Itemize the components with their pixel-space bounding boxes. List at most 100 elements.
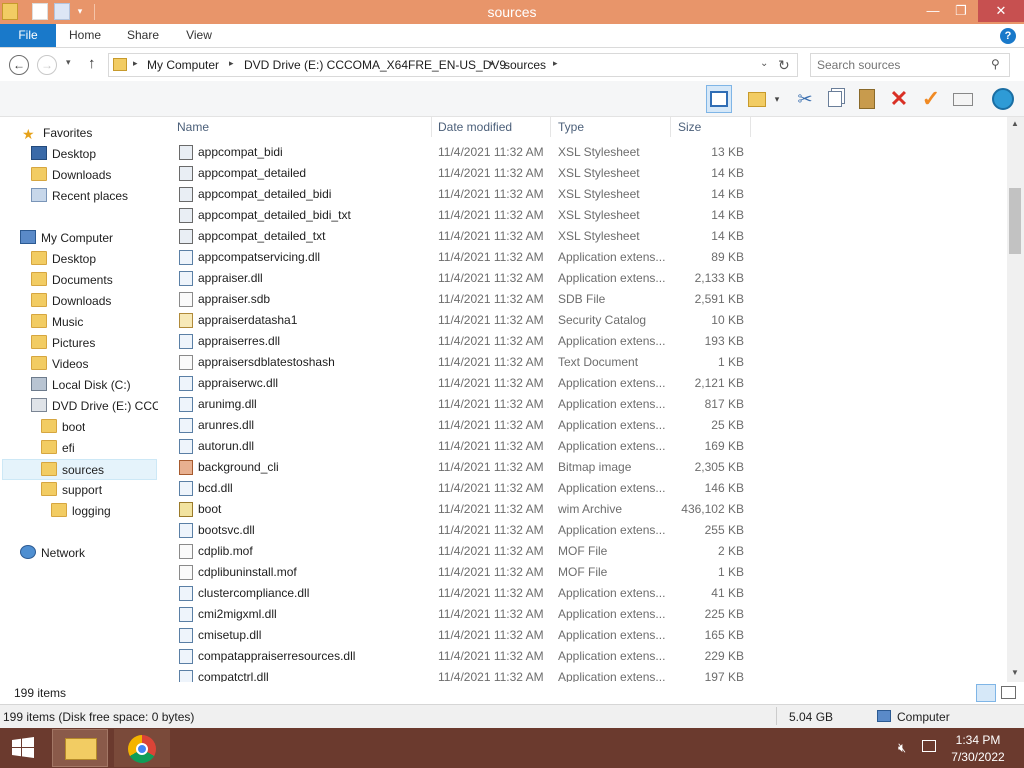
column-type[interactable]: Type xyxy=(551,117,671,137)
clock-date[interactable]: 7/30/2022 xyxy=(948,750,1008,764)
search-box[interactable]: ⚲ xyxy=(810,53,1010,77)
file-type: XSL Stylesheet xyxy=(558,187,640,201)
dropdown-icon[interactable]: ▾ xyxy=(770,85,784,113)
file-row[interactable]: appraiser.dll 11/4/2021 11:32 AM Applicati… xyxy=(170,268,750,289)
file-row[interactable]: appraiserres.dll 11/4/2021 11:32 AM Applic… xyxy=(170,331,750,352)
globe-icon[interactable] xyxy=(990,85,1016,113)
file-row[interactable]: bcd.dll 11/4/2021 11:32 AM Application ext… xyxy=(170,478,750,499)
breadcrumb-separator-icon[interactable]: ▸ xyxy=(490,58,495,69)
rename-checkmark-icon[interactable]: ✓ xyxy=(918,85,944,113)
file-row[interactable]: cdplibuninstall.mof 11/4/2021 11:32 AM MOF… xyxy=(170,562,750,583)
file-date-modified: 11/4/2021 11:32 AM xyxy=(438,460,544,474)
nav-pictures[interactable]: Pictures xyxy=(31,333,95,354)
nav-favorites-desktop[interactable]: Desktop xyxy=(31,144,96,165)
file-row[interactable]: background_cli 11/4/2021 11:32 AM Bitmap i… xyxy=(170,457,750,478)
nav-network[interactable]: Network xyxy=(20,543,85,564)
file-row[interactable]: appraiser.sdb 11/4/2021 11:32 AM SDB File 2… xyxy=(170,289,750,310)
tab-file[interactable]: File xyxy=(0,24,56,47)
network-tray-icon[interactable] xyxy=(922,740,936,752)
scroll-down-icon[interactable]: ▼ xyxy=(1011,668,1019,677)
file-row[interactable]: boot 11/4/2021 11:32 AM wim Archive 436,102… xyxy=(170,499,750,520)
start-button[interactable] xyxy=(0,729,48,767)
file-row[interactable]: clustercompliance.dll 11/4/2021 11:32 AM A… xyxy=(170,583,750,604)
file-row[interactable]: compatappraiserresources.dll 11/4/2021 11… xyxy=(170,646,750,667)
file-row[interactable]: appraiserwc.dll 11/4/2021 11:32 AM Applica… xyxy=(170,373,750,394)
breadcrumb-separator-icon[interactable]: ▸ xyxy=(553,58,558,69)
nav-local-disk[interactable]: Local Disk (C:) xyxy=(31,375,131,396)
nav-my-computer[interactable]: My Computer xyxy=(20,228,113,249)
file-row[interactable]: appcompat_bidi 11/4/2021 11:32 AM XSL Styl… xyxy=(170,142,750,163)
file-row[interactable]: arunres.dll 11/4/2021 11:32 AM Application… xyxy=(170,415,750,436)
address-bar[interactable]: ▸ My Computer ▸ DVD Drive (E:) CCCOMA_X6… xyxy=(108,53,798,77)
column-name[interactable]: Name xyxy=(170,117,432,137)
search-icon[interactable]: ⚲ xyxy=(991,57,1000,71)
tab-view[interactable]: View xyxy=(176,24,222,47)
file-row[interactable]: appcompat_detailed_txt 11/4/2021 11:32 AM… xyxy=(170,226,750,247)
scroll-up-icon[interactable]: ▲ xyxy=(1011,119,1019,128)
delete-icon[interactable]: ✕ xyxy=(886,85,912,113)
file-name: appcompat_bidi xyxy=(198,145,283,159)
nav-favorites[interactable]: ★ Favorites xyxy=(22,123,92,144)
breadcrumb-sources[interactable]: sources xyxy=(504,58,546,72)
nav-efi[interactable]: efi xyxy=(41,438,75,459)
tab-home[interactable]: Home xyxy=(62,24,108,47)
file-row[interactable]: cmi2migxml.dll 11/4/2021 11:32 AM Applicat… xyxy=(170,604,750,625)
chrome-taskbar-button[interactable] xyxy=(114,729,170,767)
file-row[interactable]: appcompat_detailed_bidi 11/4/2021 11:32 A… xyxy=(170,184,750,205)
file-explorer-taskbar-button[interactable] xyxy=(52,729,108,767)
nav-dvd-drive[interactable]: DVD Drive (E:) CCCOMA_X64FRE_EN-US_DV9 xyxy=(31,396,158,417)
close-button[interactable]: ✕ xyxy=(978,0,1024,22)
volume-muted-icon[interactable]: 🔇︎ xyxy=(898,740,906,756)
file-date-modified: 11/4/2021 11:32 AM xyxy=(438,418,544,432)
breadcrumb-my-computer[interactable]: My Computer xyxy=(147,58,219,72)
breadcrumb-dvd-drive[interactable]: DVD Drive (E:) CCCOMA_X64FRE_EN-US_DV9 xyxy=(244,58,506,72)
nav-support[interactable]: support xyxy=(41,480,102,501)
details-view-icon[interactable] xyxy=(976,684,996,702)
file-row[interactable]: arunimg.dll 11/4/2021 11:32 AM Application… xyxy=(170,394,750,415)
nav-boot[interactable]: boot xyxy=(41,417,85,438)
help-icon[interactable]: ? xyxy=(1000,28,1016,44)
nav-sources[interactable]: sources xyxy=(2,459,157,480)
copy-icon[interactable] xyxy=(822,85,848,113)
recent-locations-icon[interactable]: ▾ xyxy=(66,57,71,68)
file-row[interactable]: appraisersdblatestoshash 11/4/2021 11:32 … xyxy=(170,352,750,373)
file-row[interactable]: cmisetup.dll 11/4/2021 11:32 AM Applicatio… xyxy=(170,625,750,646)
refresh-icon[interactable]: ↻ xyxy=(778,57,790,74)
clock-time[interactable]: 1:34 PM xyxy=(948,733,1008,747)
maximize-button[interactable]: ❐ xyxy=(946,0,976,22)
file-row[interactable]: appraiserdatasha1 11/4/2021 11:32 AM Secur… xyxy=(170,310,750,331)
file-row[interactable]: appcompat_detailed 11/4/2021 11:32 AM XSL … xyxy=(170,163,750,184)
up-button[interactable]: ↑ xyxy=(88,55,96,72)
minimize-button[interactable]: — xyxy=(918,0,948,22)
column-size[interactable]: Size xyxy=(671,117,751,137)
file-row[interactable]: cdplib.mof 11/4/2021 11:32 AM MOF File 2 KB xyxy=(170,541,750,562)
nav-videos[interactable]: Videos xyxy=(31,354,88,375)
cut-icon[interactable]: ✂ xyxy=(792,85,818,113)
large-icons-view-icon[interactable] xyxy=(1001,686,1016,699)
email-icon[interactable] xyxy=(950,85,976,113)
forward-button[interactable]: → xyxy=(37,55,57,75)
nav-desktop[interactable]: Desktop xyxy=(31,249,96,270)
scrollbar-thumb[interactable] xyxy=(1009,188,1021,254)
column-date-modified[interactable]: Date modified xyxy=(431,117,551,137)
file-row[interactable]: bootsvc.dll 11/4/2021 11:32 AM Application… xyxy=(170,520,750,541)
file-row[interactable]: appcompat_detailed_bidi_txt 11/4/2021 11:… xyxy=(170,205,750,226)
preview-pane-icon[interactable] xyxy=(706,85,732,113)
address-dropdown-icon[interactable]: ⌄ xyxy=(760,58,768,69)
nav-favorites-downloads[interactable]: Downloads xyxy=(31,165,111,186)
breadcrumb-separator-icon[interactable]: ▸ xyxy=(229,58,234,69)
search-input[interactable] xyxy=(817,57,987,73)
back-button[interactable]: ← xyxy=(9,55,29,75)
nav-recent-places[interactable]: Recent places xyxy=(31,186,128,207)
tab-share[interactable]: Share xyxy=(120,24,166,47)
properties-folder-icon[interactable] xyxy=(744,85,770,113)
file-row[interactable]: compatctrl.dll 11/4/2021 11:32 AM Applicat… xyxy=(170,667,750,682)
nav-logging[interactable]: logging xyxy=(51,501,111,522)
file-row[interactable]: appcompatservicing.dll 11/4/2021 11:32 AM… xyxy=(170,247,750,268)
breadcrumb-separator-icon[interactable]: ▸ xyxy=(133,58,138,69)
nav-downloads[interactable]: Downloads xyxy=(31,291,111,312)
file-row[interactable]: autorun.dll 11/4/2021 11:32 AM Application… xyxy=(170,436,750,457)
paste-icon[interactable] xyxy=(854,85,880,113)
nav-music[interactable]: Music xyxy=(31,312,83,333)
nav-documents[interactable]: Documents xyxy=(31,270,113,291)
